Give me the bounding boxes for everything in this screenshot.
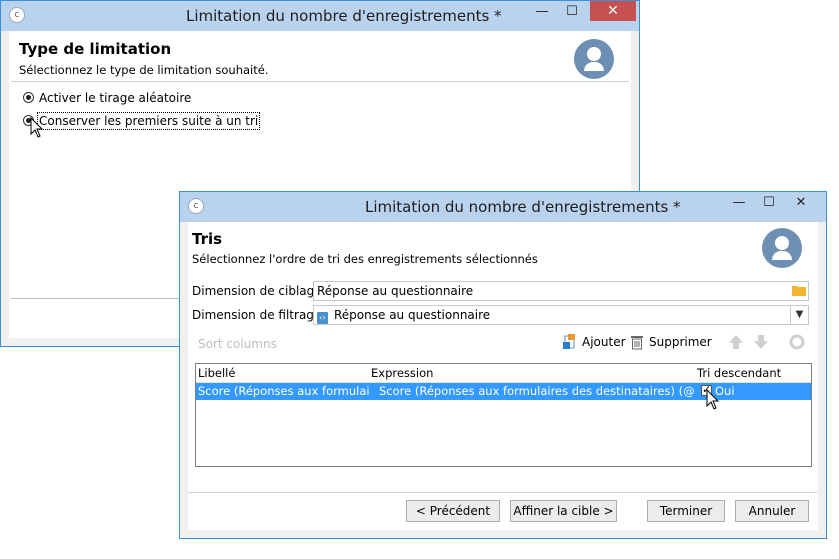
previous-button[interactable]: < Précédent [406,500,500,522]
targeting-dimension-field[interactable]: Réponse au questionnaire [313,281,809,301]
column-header-expression[interactable]: Expression [371,366,433,380]
front-dialog-content: Tris Sélectionnez l'ordre de tri des enr… [188,222,818,530]
refine-target-button[interactable]: Affiner la cible > [510,500,617,522]
page-title: Tris [192,230,223,248]
folder-icon[interactable] [792,284,806,296]
front-dialog-window: c Limitation du nombre d'enregistrements… [179,191,827,539]
trash-icon [631,336,643,350]
grid-header: Libellé Expression Tri descendant [196,364,811,383]
delete-button[interactable]: Supprimer [630,334,712,350]
targeting-dimension-label: Dimension de ciblage : [192,284,330,298]
back-title-bar[interactable]: c Limitation du nombre d'enregistrements… [1,1,639,31]
column-header-descending[interactable]: Tri descendant [697,366,781,380]
chevron-down-icon[interactable]: ▼ [790,306,808,324]
maximize-button[interactable]: ☐ [756,192,782,214]
user-avatar-icon [762,228,802,268]
mouse-cursor-icon [30,117,44,138]
sort-columns-grid[interactable]: Libellé Expression Tri descendant Score … [195,363,812,467]
finish-button[interactable]: Terminer [647,500,725,522]
front-title-bar[interactable]: c Limitation du nombre d'enregistrements… [180,192,826,222]
column-header-label[interactable]: Libellé [198,366,235,380]
front-window-title: Limitation du nombre d'enregistrements * [365,198,681,216]
minimize-button[interactable]: — [529,1,555,23]
user-avatar-icon [574,39,614,79]
app-icon: c [188,198,204,214]
minimize-button[interactable]: — [726,192,752,214]
sort-columns-title: Sort columns [198,337,277,351]
back-window-title: Limitation du nombre d'enregistrements * [186,7,502,25]
radio-icon[interactable] [23,92,34,103]
add-icon [563,334,575,349]
filtering-dimension-select[interactable]: ‹› Réponse au questionnaire ▼ [313,305,809,325]
move-down-icon[interactable] [753,334,769,350]
close-button[interactable]: ✕ [786,192,816,214]
schema-icon: ‹› [317,312,328,324]
page-title: Type de limitation [19,40,172,58]
mouse-cursor-icon [706,389,720,410]
add-button[interactable]: Ajouter [563,334,626,350]
maximize-button[interactable]: ☐ [559,1,585,23]
row-expression-cell: Score (Réponses aux formulaires des dest… [379,384,694,398]
app-icon: c [9,7,25,23]
refresh-icon[interactable] [789,334,805,350]
row-label-cell: Score (Réponses aux formulair... [198,384,370,398]
move-up-icon[interactable] [728,334,744,350]
cancel-button[interactable]: Annuler [735,500,809,522]
close-button[interactable]: ✕ [590,1,636,21]
option-random-draw[interactable]: Activer le tirage aléatoire [23,91,191,105]
page-subtitle: Sélectionnez le type de limitation souha… [19,63,269,77]
filtering-dimension-label: Dimension de filtrage : [192,308,330,322]
page-subtitle: Sélectionnez l'ordre de tri des enregist… [192,252,538,266]
option-keep-first-after-sort[interactable]: Conserver les premiers suite à un tri [23,112,261,130]
footer-divider [188,492,818,493]
header-divider [11,81,629,82]
